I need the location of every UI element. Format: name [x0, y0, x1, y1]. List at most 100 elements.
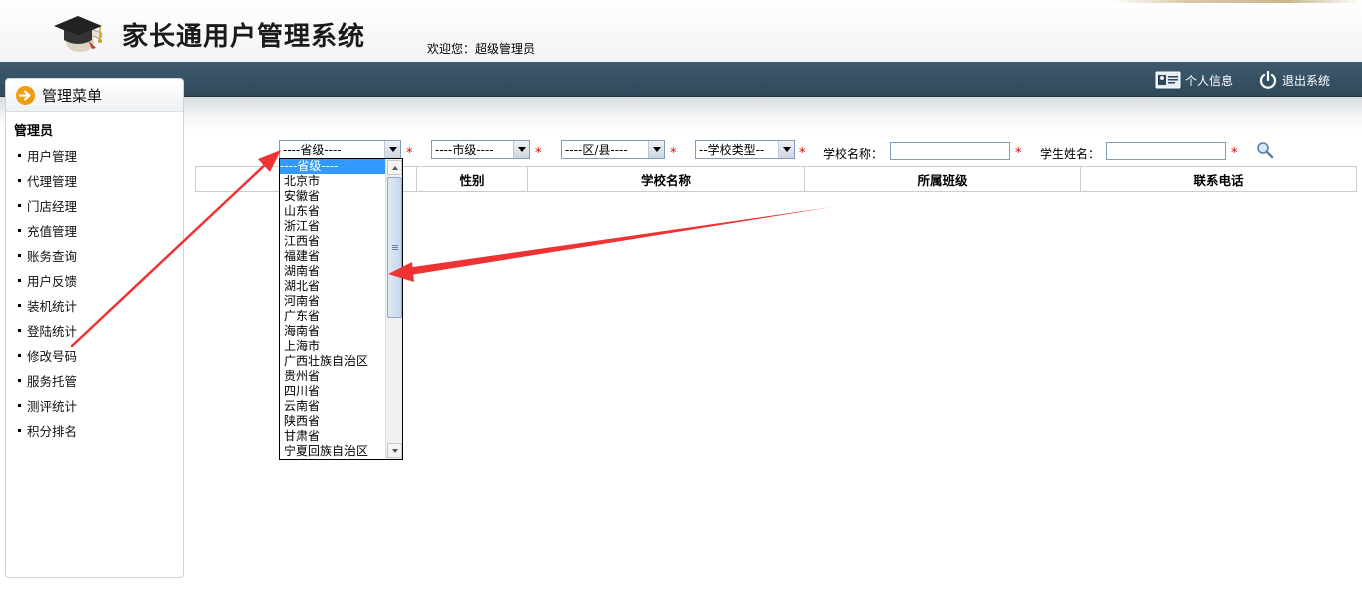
- sidebar-item-label: 登陆统计: [27, 324, 78, 339]
- chevron-down-icon[interactable]: [648, 141, 664, 158]
- sidebar-group-label: 管理员: [14, 124, 54, 139]
- id-card-icon: [1155, 71, 1181, 89]
- bullet-icon: [18, 179, 21, 182]
- sidebar-item-label: 用户管理: [27, 149, 78, 164]
- dropdown-option[interactable]: 福建省: [280, 249, 386, 264]
- chevron-down-icon[interactable]: [513, 141, 529, 158]
- dropdown-option[interactable]: 江西省: [280, 234, 386, 249]
- sidebar-item-login-stats[interactable]: 登陆统计: [18, 318, 77, 343]
- dropdown-option[interactable]: 河南省: [280, 294, 386, 309]
- sidebar-item-label: 账务查询: [27, 249, 78, 264]
- dropdown-scrollbar[interactable]: [385, 159, 402, 459]
- sidebar-item-user-feedback[interactable]: 用户反馈: [18, 268, 77, 293]
- scroll-thumb[interactable]: [387, 177, 402, 318]
- dropdown-option[interactable]: 浙江省: [280, 219, 386, 234]
- sidebar-item-label: 积分排名: [27, 424, 78, 439]
- city-select-value: ----市级----: [435, 143, 494, 157]
- school-name-input[interactable]: [890, 142, 1010, 160]
- sidebar-item-account-query[interactable]: 账务查询: [18, 243, 77, 268]
- scroll-down-icon[interactable]: [387, 443, 402, 458]
- grip-icon: [391, 245, 398, 250]
- dropdown-option[interactable]: 贵州省: [280, 369, 386, 384]
- sidebar-item-label: 门店经理: [27, 199, 78, 214]
- dropdown-option[interactable]: 海南省: [280, 324, 386, 339]
- district-select[interactable]: ----区/县----: [561, 140, 665, 159]
- bullet-icon: [18, 329, 21, 332]
- power-icon: [1259, 70, 1277, 89]
- profile-link[interactable]: 个人信息: [1155, 70, 1233, 90]
- sidebar-item-label: 服务托管: [27, 374, 78, 389]
- bullet-icon: [18, 154, 21, 157]
- dropdown-option[interactable]: 安徽省: [280, 189, 386, 204]
- logout-label: 退出系统: [1282, 73, 1331, 88]
- sidebar-item-points-ranking[interactable]: 积分排名: [18, 418, 77, 443]
- content-header-band: [0, 97, 1362, 133]
- dropdown-option[interactable]: 湖南省: [280, 264, 386, 279]
- dropdown-option[interactable]: 湖北省: [280, 279, 386, 294]
- arrow-right-icon: [16, 85, 35, 105]
- app-header: 家长通用户管理系统 欢迎您：超级管理员: [0, 0, 1362, 62]
- welcome-label: 欢迎您：: [427, 42, 476, 56]
- dropdown-option[interactable]: 广东省: [280, 309, 386, 324]
- sidebar-item-label: 充值管理: [27, 224, 78, 239]
- annotation-arrow-to-list: [388, 207, 832, 282]
- bullet-icon: [18, 229, 21, 232]
- sidebar-item-install-stats[interactable]: 装机统计: [18, 293, 77, 318]
- student-name-label: 学生姓名：: [1040, 147, 1101, 161]
- required-mark: *: [406, 146, 413, 161]
- header-decoration: [1112, 0, 1362, 3]
- app-title: 家长通用户管理系统: [122, 22, 366, 52]
- table-header-cell: 联系电话: [1193, 172, 1244, 188]
- dropdown-option[interactable]: 甘肃省: [280, 429, 386, 444]
- bullet-icon: [18, 279, 21, 282]
- province-dropdown-list[interactable]: ----省级---- 北京市 安徽省 山东省 浙江省 江西省 福建省 湖南省 湖…: [279, 158, 403, 460]
- logout-link[interactable]: 退出系统: [1258, 70, 1330, 90]
- chevron-down-icon[interactable]: [384, 141, 400, 158]
- dropdown-option[interactable]: 上海市: [280, 339, 386, 354]
- required-mark: *: [535, 146, 542, 161]
- bullet-icon: [18, 304, 21, 307]
- sidebar-item-label: 装机统计: [27, 299, 78, 314]
- province-select[interactable]: ----省级----: [279, 140, 401, 159]
- dropdown-option[interactable]: 北京市: [280, 174, 386, 189]
- table-header-cell: 所属班级: [805, 167, 1081, 191]
- sidebar-item-recharge-management[interactable]: 充值管理: [18, 218, 77, 243]
- required-mark: *: [670, 146, 677, 161]
- required-mark: *: [799, 146, 806, 161]
- bullet-icon: [18, 404, 21, 407]
- welcome-user: 超级管理员: [475, 42, 536, 56]
- scroll-up-icon[interactable]: [387, 160, 402, 175]
- dropdown-option[interactable]: 山东省: [280, 204, 386, 219]
- sidebar-item-label: 修改号码: [27, 349, 78, 364]
- dropdown-option[interactable]: 四川省: [280, 384, 386, 399]
- sidebar-item-user-management[interactable]: 用户管理: [18, 143, 77, 168]
- sidebar-menu: 用户管理 代理管理 门店经理 充值管理 账务查询 用户反馈 装机统计 登陆统计 …: [18, 143, 77, 443]
- city-select[interactable]: ----市级----: [431, 140, 530, 159]
- bullet-icon: [18, 354, 21, 357]
- sidebar-item-label: 测评统计: [27, 399, 78, 414]
- school-type-select[interactable]: --学校类型--: [695, 140, 795, 159]
- top-navigation-bar: 个人信息 退出系统: [0, 62, 1362, 97]
- dropdown-option[interactable]: 云南省: [280, 399, 386, 414]
- dropdown-option[interactable]: 陕西省: [280, 414, 386, 429]
- district-select-value: ----区/县----: [565, 143, 628, 157]
- dropdown-option[interactable]: ----省级----: [280, 159, 386, 174]
- sidebar-item-modify-number[interactable]: 修改号码: [18, 343, 77, 368]
- required-mark: *: [1231, 146, 1238, 161]
- school-name-label: 学校名称：: [823, 147, 884, 161]
- chevron-down-icon[interactable]: [778, 141, 794, 158]
- sidebar-item-evaluation-stats[interactable]: 测评统计: [18, 393, 77, 418]
- graduation-cap-icon: [54, 16, 103, 52]
- dropdown-option[interactable]: 广西壮族自治区: [280, 354, 386, 369]
- sidebar-item-service-hosting[interactable]: 服务托管: [18, 368, 77, 393]
- sidebar-item-agent-management[interactable]: 代理管理: [18, 168, 77, 193]
- sidebar-item-store-manager[interactable]: 门店经理: [18, 193, 77, 218]
- student-name-input[interactable]: [1106, 142, 1226, 160]
- bullet-icon: [18, 204, 21, 207]
- bullet-icon: [18, 254, 21, 257]
- bullet-icon: [18, 429, 21, 432]
- sidebar-title: 管理菜单: [42, 86, 103, 105]
- dropdown-option[interactable]: 宁夏回族自治区: [280, 444, 386, 459]
- search-icon[interactable]: [1256, 141, 1274, 159]
- sidebar-header: 管理菜单: [6, 79, 183, 112]
